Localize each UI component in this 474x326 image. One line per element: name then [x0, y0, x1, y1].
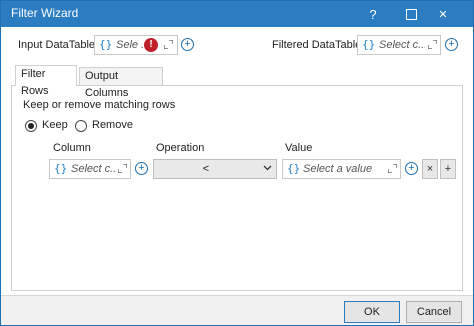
operation-header: Operation: [156, 142, 205, 154]
remove-radio[interactable]: [75, 120, 87, 132]
window-title: Filter Wizard: [11, 6, 79, 20]
column-header: Column: [53, 142, 91, 154]
maximize-button[interactable]: [393, 1, 429, 27]
error-icon: !: [144, 38, 158, 52]
add-input-plus-icon[interactable]: +: [181, 38, 194, 51]
help-button[interactable]: ?: [355, 1, 391, 27]
title-bar: Filter Wizard ? ✕: [1, 1, 473, 27]
add-output-plus-icon[interactable]: +: [445, 38, 458, 51]
input-datatable-value: Sele ...: [116, 39, 144, 51]
close-icon: ✕: [438, 8, 448, 21]
filtered-datatable-field[interactable]: {} Select c...: [357, 35, 441, 55]
close-button[interactable]: ✕: [425, 1, 461, 27]
column-plus-icon[interactable]: +: [135, 162, 148, 175]
maximize-icon: [405, 8, 417, 20]
operation-select[interactable]: <: [153, 159, 277, 179]
expand-icon[interactable]: [164, 40, 173, 49]
brace-icon: {}: [54, 162, 68, 175]
filtered-datatable-value: Select c...: [379, 39, 425, 51]
help-icon: ?: [369, 6, 377, 22]
tab-output-columns[interactable]: Output Columns: [79, 67, 163, 99]
filter-wizard-dialog: Filter Wizard ? ✕ Input DataTable {} Sel…: [0, 0, 474, 326]
column-field[interactable]: {} Select c...: [49, 159, 131, 179]
dialog-footer: OK Cancel: [1, 295, 473, 325]
brace-icon: {}: [99, 38, 113, 51]
tab-filter-rows[interactable]: Filter Rows: [15, 65, 77, 97]
value-header: Value: [285, 142, 313, 154]
keep-remove-heading: Keep or remove matching rows: [23, 99, 176, 111]
value-plus-icon[interactable]: +: [405, 162, 418, 175]
cancel-button[interactable]: Cancel: [406, 301, 462, 323]
input-datatable-label: Input DataTable: [18, 39, 96, 51]
add-row-button[interactable]: +: [440, 159, 456, 179]
keep-label: Keep: [42, 119, 68, 131]
ok-button[interactable]: OK: [344, 301, 400, 323]
brace-icon: {}: [287, 162, 301, 175]
keep-radio[interactable]: [25, 120, 37, 132]
brace-icon: {}: [362, 38, 376, 51]
filter-rows-panel: [11, 85, 463, 291]
expand-icon[interactable]: [388, 164, 397, 173]
value-field[interactable]: {} Select a value: [282, 159, 401, 179]
value-placeholder: Select a value: [303, 163, 373, 175]
remove-row-button[interactable]: ×: [422, 159, 438, 179]
filtered-datatable-label: Filtered DataTable: [272, 39, 362, 51]
remove-label: Remove: [92, 119, 133, 131]
expand-icon[interactable]: [118, 164, 127, 173]
input-datatable-field[interactable]: {} Sele ... !: [94, 35, 178, 55]
expand-icon[interactable]: [428, 40, 437, 49]
tab-bar: Filter Rows Output Columns: [11, 65, 463, 99]
operation-value: <: [202, 163, 210, 175]
column-value: Select c...: [71, 163, 115, 175]
chevron-down-icon: [263, 163, 272, 175]
